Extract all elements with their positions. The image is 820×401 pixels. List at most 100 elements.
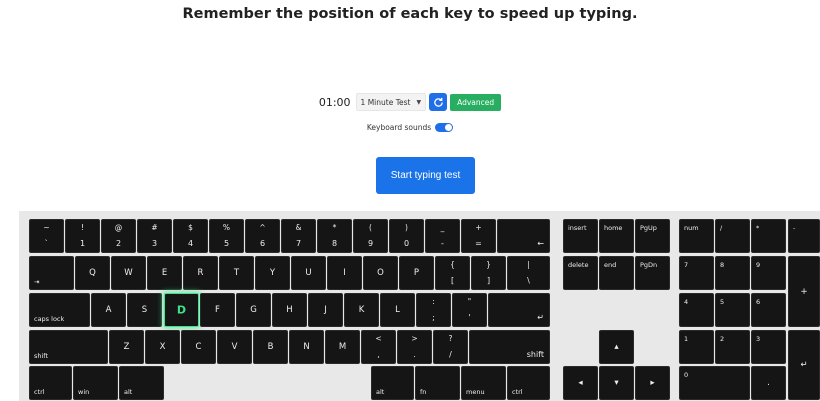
key-rctrl[interactable]: ctrl — [507, 366, 550, 400]
key-base-label: 5 — [223, 239, 230, 248]
start-typing-test-button[interactable]: Start typing test — [376, 157, 475, 194]
key-nenter[interactable]: ↵ — [788, 330, 820, 400]
key-tab[interactable]: ⇥ — [29, 256, 74, 290]
advanced-button[interactable]: Advanced — [450, 93, 502, 111]
key-f[interactable]: F — [200, 293, 235, 327]
key-n2[interactable]: 2 — [715, 330, 750, 364]
key-g[interactable]: G — [236, 293, 271, 327]
key-k[interactable]: K — [344, 293, 379, 327]
key-d9[interactable]: (9 — [353, 219, 388, 253]
key-e[interactable]: E — [147, 256, 182, 290]
key-left[interactable]: ◂ — [563, 366, 598, 400]
key-r[interactable]: R — [183, 256, 218, 290]
key-h[interactable]: H — [272, 293, 307, 327]
key-lbracket[interactable]: {[ — [435, 256, 470, 290]
key-d[interactable]: D — [164, 293, 199, 327]
key-d2[interactable]: @2 — [101, 219, 136, 253]
key-insert[interactable]: insert — [563, 219, 598, 253]
key-nplus[interactable]: + — [788, 256, 820, 327]
keyboard-sounds-toggle[interactable] — [435, 122, 454, 132]
key-u[interactable]: U — [291, 256, 326, 290]
key-i[interactable]: I — [327, 256, 362, 290]
key-d3[interactable]: #3 — [137, 219, 172, 253]
key-home[interactable]: home — [599, 219, 634, 253]
key-menu[interactable]: menu — [461, 366, 506, 400]
key-tilde[interactable]: ~ ` — [29, 219, 64, 253]
key-equals[interactable]: + = — [461, 219, 496, 253]
key-d0[interactable]: ) 0 — [389, 219, 424, 253]
key-enter[interactable]: ↵ — [488, 293, 550, 327]
key-s[interactable]: S — [127, 293, 162, 327]
key-delete[interactable]: delete — [563, 256, 598, 290]
key-quote[interactable]: " ' — [452, 293, 487, 327]
key-label: Q — [89, 267, 96, 278]
key-ndiv[interactable]: / — [715, 219, 750, 253]
key-n8[interactable]: 8 — [715, 256, 750, 290]
key-rbracket[interactable]: }] — [471, 256, 506, 290]
key-p[interactable]: P — [399, 256, 434, 290]
key-d7[interactable]: & 7 — [281, 219, 316, 253]
key-nmul[interactable]: * — [751, 219, 786, 253]
key-semicolon[interactable]: :; — [416, 293, 451, 327]
key-n0[interactable]: 0 — [679, 366, 750, 400]
key-c[interactable]: C — [181, 330, 216, 364]
key-shift-label: ? — [448, 334, 453, 343]
key-right[interactable]: ▸ — [635, 366, 670, 400]
key-v[interactable]: V — [217, 330, 252, 364]
key-win[interactable]: win — [73, 366, 118, 400]
key-y[interactable]: Y — [255, 256, 290, 290]
key-d5[interactable]: % 5 — [209, 219, 244, 253]
key-w[interactable]: W — [111, 256, 146, 290]
key-n4[interactable]: 4 — [679, 293, 714, 327]
key-pgup[interactable]: PgUp — [635, 219, 670, 253]
key-o[interactable]: O — [363, 256, 398, 290]
key-l[interactable]: L — [380, 293, 415, 327]
key-comma[interactable]: <, — [361, 330, 396, 364]
key-n[interactable]: N — [289, 330, 324, 364]
key-b[interactable]: B — [253, 330, 288, 364]
key-n7[interactable]: 7 — [679, 256, 714, 290]
key-backslash[interactable]: | \ — [507, 256, 550, 290]
key-lshift[interactable]: shift — [29, 330, 108, 364]
key-ndot[interactable]: . — [751, 366, 786, 400]
key-j[interactable]: J — [308, 293, 343, 327]
timer-display: 01:00 — [318, 95, 351, 109]
key-pgdn[interactable]: PgDn — [635, 256, 670, 290]
key-label: Z — [123, 341, 130, 352]
key-period[interactable]: >. — [397, 330, 432, 364]
key-n6[interactable]: 6 — [751, 293, 786, 327]
key-minus[interactable]: _ - — [425, 219, 460, 253]
key-x[interactable]: X — [145, 330, 180, 364]
key-backspace[interactable]: ← — [497, 219, 550, 253]
restart-button[interactable] — [429, 93, 448, 111]
key-m[interactable]: M — [325, 330, 360, 364]
key-d1[interactable]: ! 1 — [65, 219, 100, 253]
key-a[interactable]: A — [91, 293, 126, 327]
key-d6[interactable]: ^ 6 — [245, 219, 280, 253]
key-rshift[interactable]: shift — [469, 330, 550, 364]
key-slash[interactable]: ? / — [433, 330, 468, 364]
key-fn[interactable]: fn — [415, 366, 460, 400]
key-z[interactable]: Z — [109, 330, 144, 364]
key-d8[interactable]: * 8 — [317, 219, 352, 253]
key-ralt[interactable]: alt — [371, 366, 414, 400]
key-n3[interactable]: 3 — [751, 330, 786, 364]
key-lctrl[interactable]: ctrl — [29, 366, 72, 400]
key-shift-label: | — [527, 260, 530, 269]
key-nminus[interactable]: - — [788, 219, 820, 253]
key-q[interactable]: Q — [75, 256, 110, 290]
key-end[interactable]: end — [599, 256, 634, 290]
key-n1[interactable]: 1 — [679, 330, 714, 364]
key-d4[interactable]: $4 — [173, 219, 208, 253]
key-caps[interactable]: caps lock — [29, 293, 90, 327]
key-num[interactable]: num — [679, 219, 714, 253]
key-n5[interactable]: 5 — [715, 293, 750, 327]
key-t[interactable]: T — [219, 256, 254, 290]
key-n9[interactable]: 9 — [751, 256, 786, 290]
key-up[interactable]: ▴ — [599, 330, 634, 364]
key-lalt[interactable]: alt — [119, 366, 164, 400]
key-base-label: 1 — [79, 239, 86, 248]
test-duration-select[interactable]: 1 Minute Test ▼ — [355, 93, 427, 111]
key-down[interactable]: ▾ — [599, 366, 634, 400]
key-label: R — [197, 267, 204, 278]
